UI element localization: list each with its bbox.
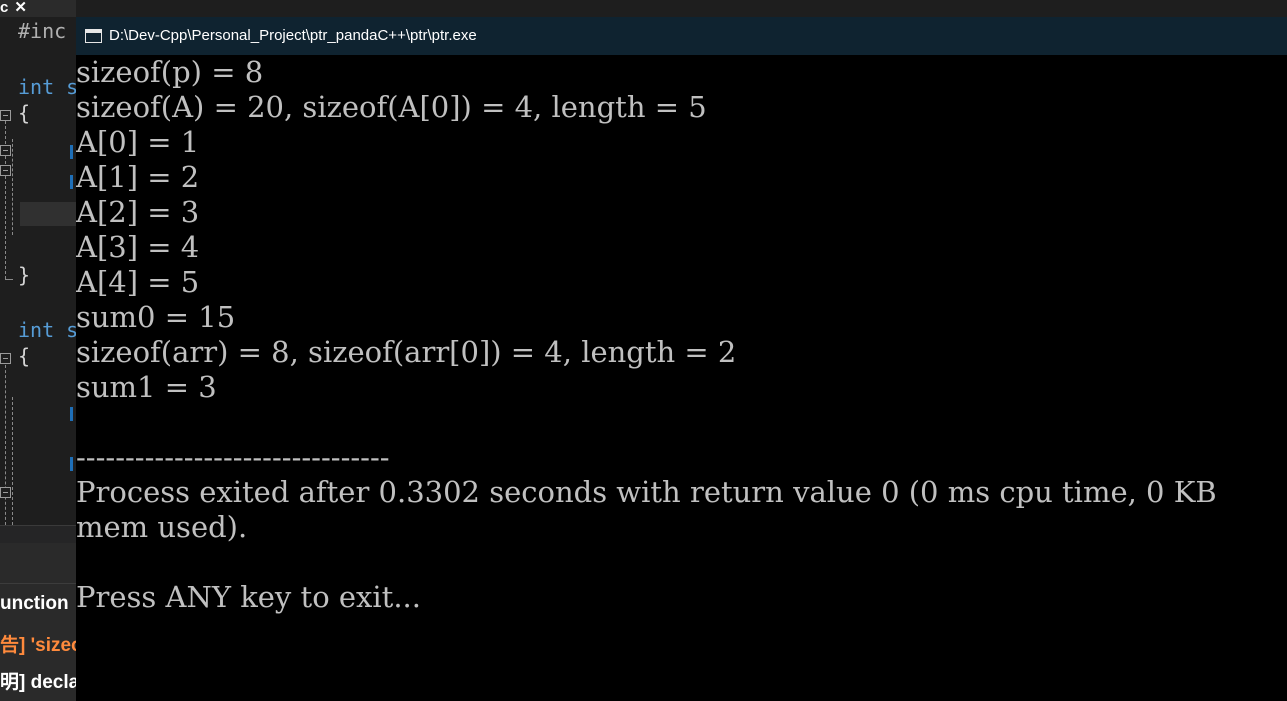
console-window-title: D:\Dev-Cpp\Personal_Project\ptr_pandaC++… <box>109 27 477 44</box>
code-line-function-2: int s <box>18 318 76 342</box>
editor-file-tab[interactable]: c ✕ <box>0 0 76 17</box>
code-fragment <box>70 145 73 159</box>
console-line: A[0] = 1 <box>76 125 200 159</box>
compiler-messages-panel: unction 告] 'sizeo 明] declar <box>0 543 76 701</box>
current-line-highlight <box>20 202 76 226</box>
file-tab-label: c <box>0 0 9 16</box>
fold-toggle-icon[interactable] <box>0 110 11 121</box>
console-line: mem used). <box>76 510 248 544</box>
code-line-close-brace-1: } <box>18 263 31 287</box>
fold-toggle-icon[interactable] <box>0 165 11 176</box>
close-icon[interactable]: ✕ <box>14 0 27 16</box>
code-line-include: #inc <box>18 19 67 43</box>
console-output-area[interactable]: sizeof(p) = 8 sizeof(A) = 20, sizeof(A[0… <box>76 55 1287 701</box>
console-line: sum1 = 3 <box>76 370 217 404</box>
fold-toggle-icon[interactable] <box>0 145 11 156</box>
console-line: sizeof(arr) = 8, sizeof(arr[0]) = 4, len… <box>76 335 737 369</box>
fold-guide-end <box>5 279 13 280</box>
console-line: A[4] = 5 <box>76 265 200 299</box>
code-fragment <box>70 175 73 189</box>
code-fragment <box>70 457 73 471</box>
messages-column-header: unction <box>0 593 69 614</box>
fold-guide <box>12 139 13 235</box>
compiler-warning-row[interactable]: 告] 'sizeo <box>0 630 76 657</box>
console-separator-line: -------------------------------- <box>76 440 390 474</box>
console-line: A[2] = 3 <box>76 195 200 229</box>
fold-toggle-icon[interactable] <box>0 353 11 364</box>
code-line-open-brace-1: { <box>18 101 31 125</box>
console-prompt-line: Press ANY key to exit... <box>76 580 421 614</box>
editor-horizontal-scrollbar[interactable] <box>0 525 76 544</box>
console-line: A[3] = 4 <box>76 230 200 264</box>
code-line-open-brace-2: { <box>18 344 31 368</box>
code-editor[interactable]: #inc int s { } int s { <box>0 17 76 525</box>
console-window[interactable]: D:\Dev-Cpp\Personal_Project\ptr_pandaC++… <box>76 17 1287 701</box>
code-fragment <box>70 407 73 421</box>
console-line: sum0 = 15 <box>76 300 236 334</box>
console-titlebar[interactable]: D:\Dev-Cpp\Personal_Project\ptr_pandaC++… <box>76 17 1287 55</box>
fold-toggle-icon[interactable] <box>0 487 11 498</box>
fold-guide <box>5 365 6 525</box>
console-line: sizeof(A) = 20, sizeof(A[0]) = 4, length… <box>76 90 707 124</box>
console-line: A[1] = 2 <box>76 160 200 194</box>
console-line: Process exited after 0.3302 seconds with… <box>76 475 1217 509</box>
panel-divider <box>0 583 76 584</box>
code-line-function-1: int s <box>18 75 76 99</box>
compiler-note-row[interactable]: 明] declar <box>0 667 76 694</box>
fold-guide <box>12 397 13 525</box>
console-app-icon <box>85 29 102 43</box>
console-line: sizeof(p) = 8 <box>76 55 264 89</box>
